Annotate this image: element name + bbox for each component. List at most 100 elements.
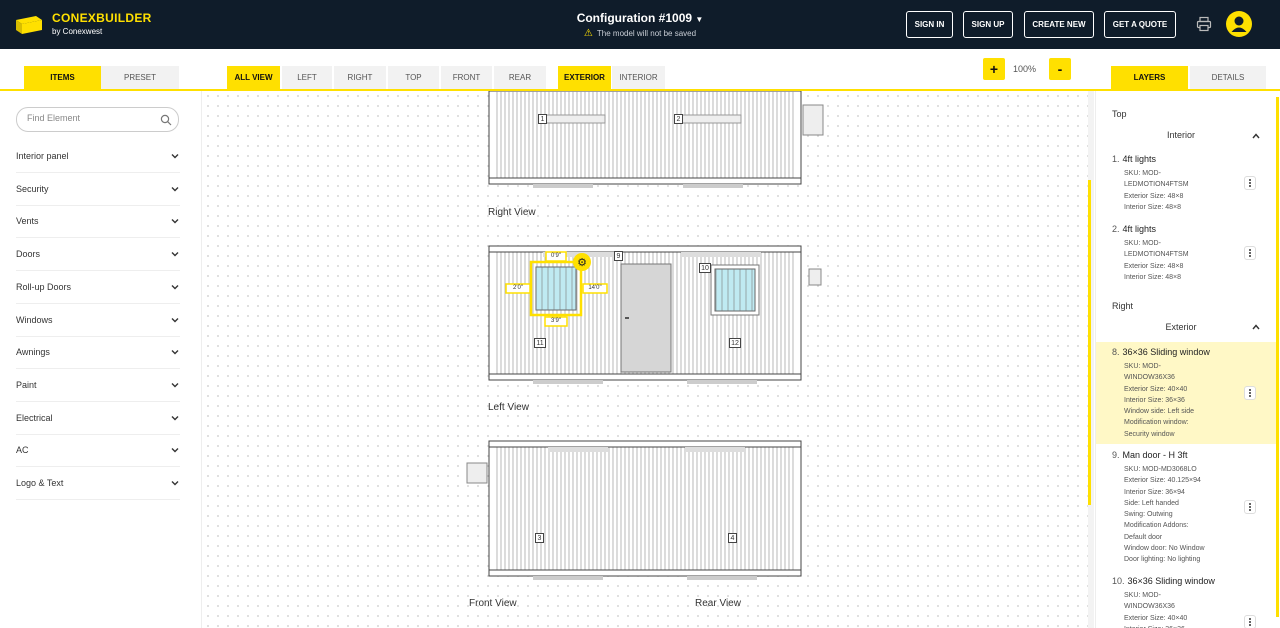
marker-1[interactable]: 1 — [538, 114, 547, 124]
group-exterior[interactable]: Exterior — [1096, 322, 1266, 332]
category-item[interactable]: Roll-up Doors — [16, 271, 180, 304]
canvas-scrollbar-thumb[interactable] — [1088, 180, 1091, 505]
zoom-in-button[interactable]: + — [983, 58, 1005, 80]
category-item[interactable]: Vents — [16, 205, 180, 239]
search-input[interactable] — [27, 113, 157, 123]
chevron-up-icon[interactable] — [1251, 322, 1261, 332]
layer-menu-button[interactable] — [1244, 246, 1256, 260]
layer-item[interactable]: 2. 4ft lights SKU: MOD- LEDMOTION4FTSM Ex… — [1096, 221, 1276, 289]
tab-layers[interactable]: LAYERS — [1111, 66, 1188, 89]
dimension-bottom[interactable]: 3'9" — [545, 318, 567, 324]
layer-menu-button[interactable] — [1244, 176, 1256, 190]
marker-10[interactable]: 10 — [699, 263, 711, 273]
layer-menu-button[interactable] — [1244, 615, 1256, 628]
chevron-down-icon[interactable] — [170, 315, 180, 325]
layer-menu-button[interactable] — [1244, 386, 1256, 400]
tab-items[interactable]: ITEMS — [24, 66, 101, 89]
chevron-down-icon[interactable] — [170, 184, 180, 194]
get-quote-button[interactable]: GET A QUOTE — [1104, 11, 1176, 38]
category-item[interactable]: Windows — [16, 304, 180, 337]
dimension-left[interactable]: 2'0" — [506, 285, 530, 291]
category-label: Vents — [16, 216, 39, 227]
category-item[interactable]: AC — [16, 434, 180, 468]
section-right: Right — [1112, 301, 1134, 311]
tab-all-view[interactable]: ALL VIEW — [227, 66, 280, 89]
tab-front[interactable]: FRONT — [441, 66, 492, 89]
marker-4[interactable]: 4 — [728, 533, 737, 543]
category-item[interactable]: Security — [16, 173, 180, 206]
rear-view-label: Rear View — [695, 598, 741, 609]
chevron-down-icon: ▼ — [695, 15, 704, 24]
user-icon — [1231, 16, 1247, 32]
drawing-canvas[interactable]: ⚙ 1 2 9 10 11 12 3 4 0'9" 2'0" 14'0" 3'9… — [203, 91, 1090, 628]
search-box[interactable] — [16, 107, 179, 132]
category-label: AC — [16, 445, 29, 456]
chevron-down-icon[interactable] — [170, 216, 180, 226]
config-title-text: Configuration #1009 — [576, 11, 693, 25]
layer-item-selected[interactable]: 8. 36×36 Sliding window SKU: MOD- WINDOW3… — [1096, 342, 1276, 444]
gear-icon[interactable]: ⚙ — [577, 257, 587, 269]
layer-menu-button[interactable] — [1244, 500, 1256, 514]
print-icon[interactable] — [1196, 16, 1212, 32]
layer-detail: SKU: MOD- WINDOW36X36 Exterior Size: 40×… — [1124, 592, 1188, 628]
tab-preset[interactable]: PRESET — [101, 66, 179, 89]
avatar[interactable] — [1226, 11, 1252, 37]
sign-up-button[interactable]: SIGN UP — [963, 11, 1013, 38]
category-label: Windows — [16, 314, 53, 325]
tab-left[interactable]: LEFT — [282, 66, 332, 89]
category-item[interactable]: Logo & Text — [16, 467, 180, 500]
layer-detail: SKU: MOD- LEDMOTION4FTSM Exterior Size: … — [1124, 240, 1189, 281]
tab-top[interactable]: TOP — [388, 66, 439, 89]
group-interior[interactable]: Interior — [1096, 130, 1266, 140]
category-label: Security — [16, 183, 49, 194]
zoom-out-button[interactable]: - — [1049, 58, 1071, 80]
chevron-down-icon[interactable] — [170, 413, 180, 423]
category-item[interactable]: Doors — [16, 238, 180, 272]
search-icon[interactable] — [160, 114, 172, 126]
dimension-right[interactable]: 14'0" — [583, 285, 607, 291]
right-view-label: Right View — [488, 207, 536, 218]
front-rear-view-drawing[interactable] — [466, 440, 802, 580]
tab-interior[interactable]: INTERIOR — [612, 66, 665, 89]
save-warning-text: The model will not be saved — [596, 29, 697, 38]
chevron-up-icon[interactable] — [1251, 131, 1261, 141]
marker-9[interactable]: 9 — [614, 251, 623, 261]
category-item[interactable]: Electrical — [16, 402, 180, 435]
layer-item[interactable]: 9. Man door - H 3ft SKU: MOD-MD3068LO Ext… — [1096, 447, 1276, 565]
container-drawings: ⚙ — [466, 91, 824, 580]
section-top: Top — [1112, 109, 1127, 119]
marker-11[interactable]: 11 — [534, 338, 546, 348]
layer-item[interactable]: 1. 4ft lights SKU: MOD- LEDMOTION4FTSM Ex… — [1096, 151, 1276, 219]
tab-details[interactable]: DETAILS — [1190, 66, 1266, 89]
warning-icon: ⚠ — [583, 28, 593, 39]
category-label: Paint — [16, 379, 37, 390]
sign-in-button[interactable]: SIGN IN — [906, 11, 953, 38]
marker-2[interactable]: 2 — [674, 114, 683, 124]
right-view-drawing[interactable] — [488, 91, 824, 188]
marker-12[interactable]: 12 — [729, 338, 741, 348]
chevron-down-icon[interactable] — [170, 282, 180, 292]
category-item[interactable]: Interior panel — [16, 140, 180, 173]
tab-right[interactable]: RIGHT — [334, 66, 386, 89]
chevron-down-icon[interactable] — [170, 151, 180, 161]
items-panel: Interior panel Security Vents Doors Roll-up … — [0, 91, 202, 628]
category-label: Awnings — [16, 347, 50, 358]
left-view-drawing[interactable]: ⚙ — [488, 245, 822, 384]
category-label: Interior panel — [16, 151, 69, 161]
layer-detail: SKU: MOD- WINDOW36X36 Exterior Size: 40×… — [1124, 363, 1195, 438]
layers-scrollbar[interactable] — [1276, 97, 1279, 617]
chevron-down-icon[interactable] — [170, 380, 180, 390]
category-label: Doors — [16, 249, 41, 260]
dimension-top[interactable]: 0'9" — [546, 253, 566, 259]
chevron-down-icon[interactable] — [170, 478, 180, 488]
category-item[interactable]: Paint — [16, 369, 180, 402]
chevron-down-icon[interactable] — [170, 347, 180, 357]
tab-exterior[interactable]: EXTERIOR — [558, 66, 611, 89]
marker-3[interactable]: 3 — [535, 533, 544, 543]
tab-rear[interactable]: REAR — [494, 66, 546, 89]
create-new-button[interactable]: CREATE NEW — [1024, 11, 1094, 38]
layer-item[interactable]: 10. 36×36 Sliding window SKU: MOD- WINDOW… — [1096, 575, 1276, 628]
chevron-down-icon[interactable] — [170, 445, 180, 455]
category-item[interactable]: Awnings — [16, 336, 180, 370]
chevron-down-icon[interactable] — [170, 249, 180, 259]
